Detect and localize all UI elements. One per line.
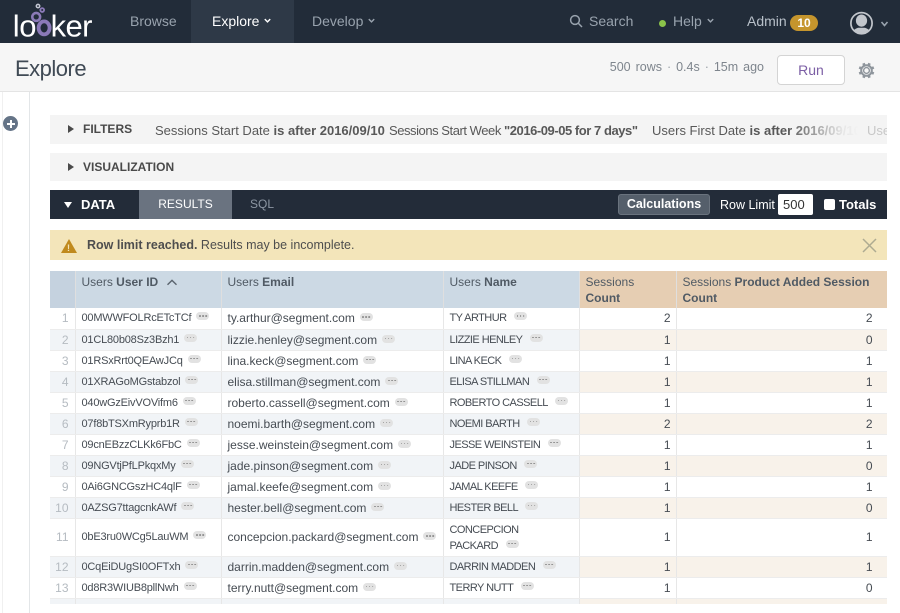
svg-text:ker: ker <box>51 8 93 43</box>
